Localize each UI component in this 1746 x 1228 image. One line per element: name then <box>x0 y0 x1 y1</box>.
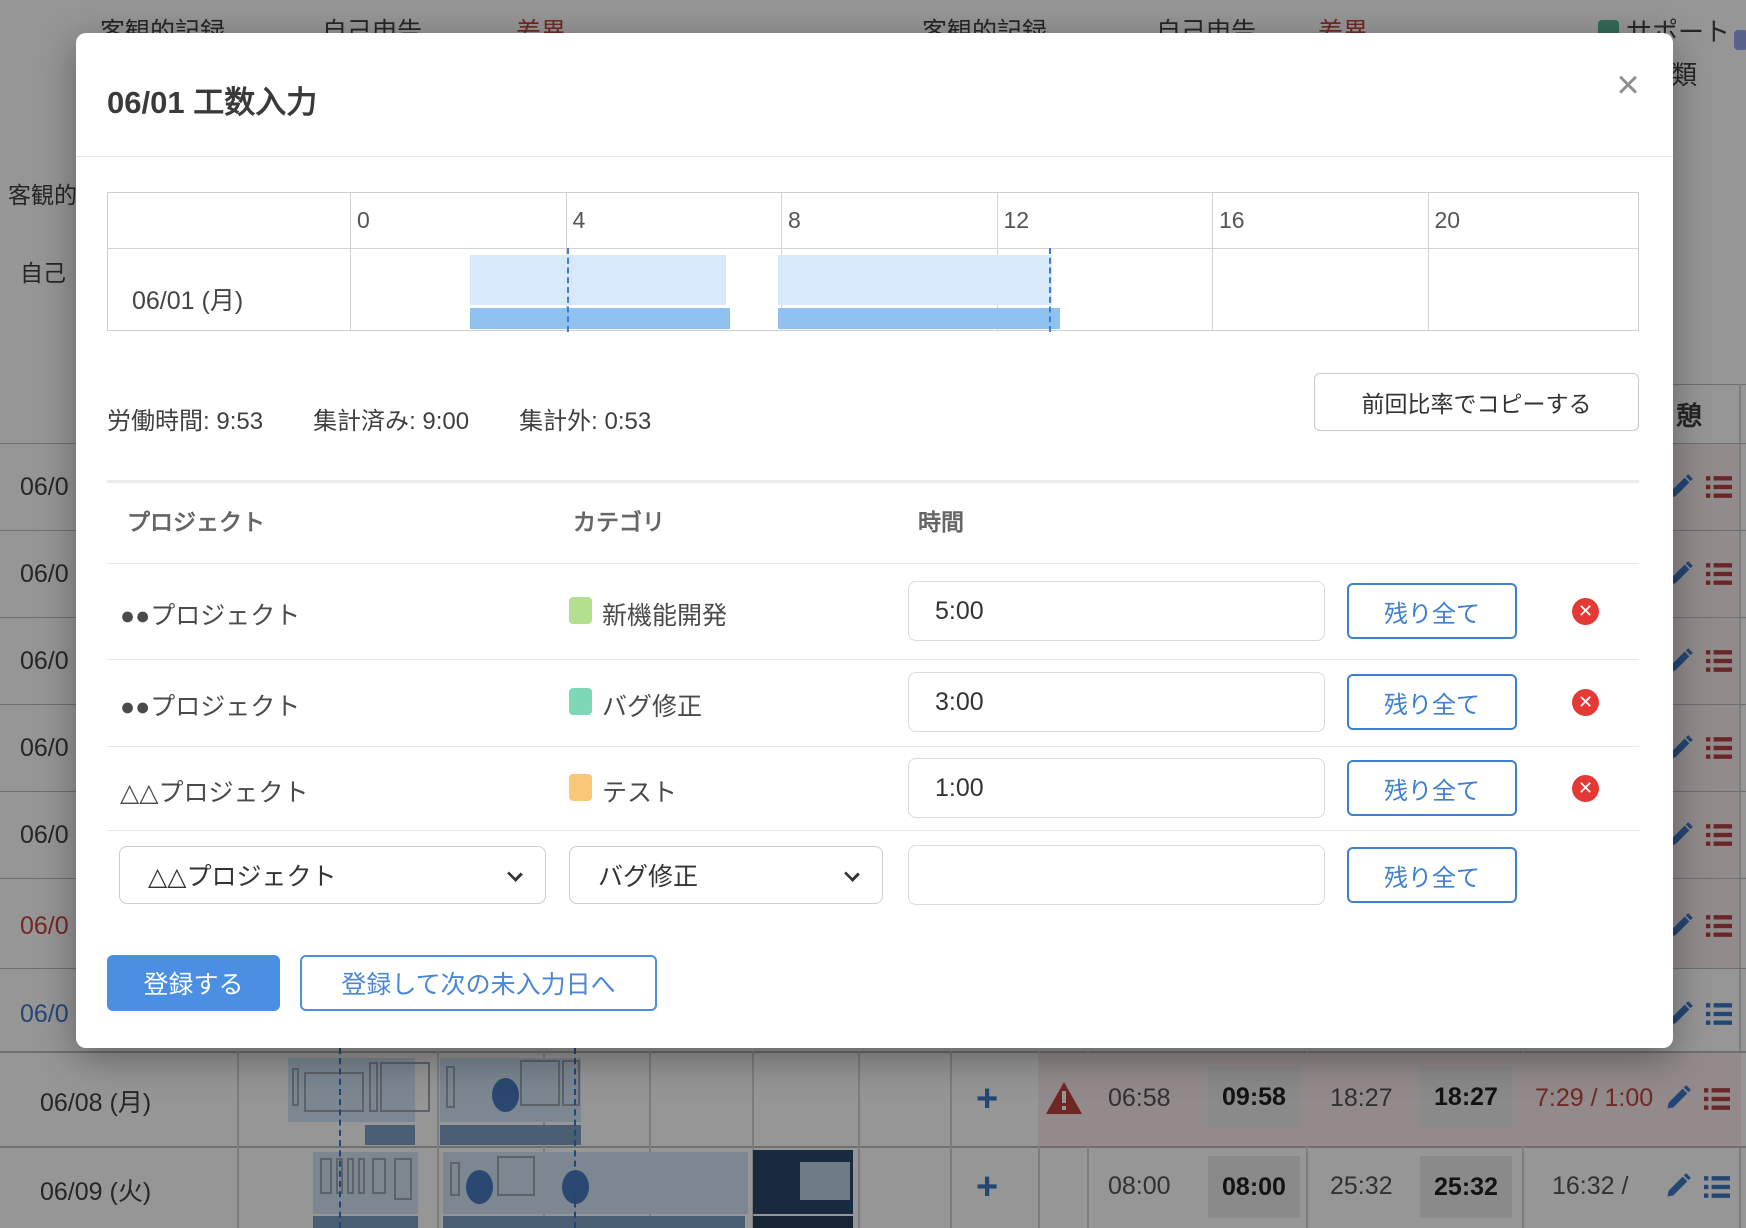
schedule-marker-line <box>566 248 569 332</box>
category-name: バグ修正 <box>602 693 703 721</box>
time-input[interactable] <box>908 758 1325 818</box>
category-color-chip <box>569 688 592 715</box>
timeline-tick-label: 4 <box>572 207 586 233</box>
stat-total-work: 労働時間: 9:53 <box>107 408 264 435</box>
register-and-next-button[interactable]: 登録して次の未入力日へ <box>300 955 657 1011</box>
time-input[interactable] <box>908 845 1325 905</box>
modal-title: 06/01 工数入力 <box>107 85 318 120</box>
schedule-marker-line <box>1048 248 1051 332</box>
project-name: ●●プロジェクト <box>120 602 301 630</box>
day-timeline-chart: 06/01 (月) 0 4 8 12 16 20 <box>107 192 1639 332</box>
chevron-down-icon <box>844 866 860 882</box>
chevron-down-icon <box>507 866 523 882</box>
project-select[interactable]: △△プロジェクト <box>119 846 546 904</box>
fill-remaining-button[interactable]: 残り全て <box>1347 760 1517 816</box>
timeline-tick-label: 20 <box>1434 207 1461 233</box>
screen: 客観的記録 自己申告 差異 客観的記録 自己申告 差異 サポート 類 客観的 自… <box>0 0 1746 1228</box>
delete-row-icon[interactable]: ✕ <box>1572 689 1599 716</box>
column-header-project: プロジェクト <box>127 509 265 535</box>
timeline-tick-label: 16 <box>1219 207 1245 233</box>
timeline-tick-label: 12 <box>1003 207 1030 233</box>
timeline-tick-label: 8 <box>788 207 801 233</box>
project-name: △△プロジェクト <box>120 779 309 807</box>
time-input[interactable] <box>908 581 1325 641</box>
work-time-bar <box>778 255 1052 305</box>
work-time-bar <box>470 255 727 305</box>
work-hours-entry-modal: 06/01 工数入力 × 06/01 (月) 0 4 8 12 16 20 労働時間: 9… <box>76 33 1673 1048</box>
category-color-chip <box>569 774 592 801</box>
copy-previous-ratio-button[interactable]: 前回比率でコピーする <box>1314 373 1639 431</box>
category-name: 新機能開発 <box>602 602 728 630</box>
work-time-stats: 労働時間: 9:53 集計済み: 9:00 集計外: 0:53 <box>107 401 651 436</box>
aggregated-time-bar <box>470 308 730 329</box>
stat-aggregated: 集計済み: 9:00 <box>313 408 470 435</box>
delete-row-icon[interactable]: ✕ <box>1572 598 1599 625</box>
fill-remaining-button[interactable]: 残り全て <box>1347 847 1517 903</box>
category-select[interactable]: バグ修正 <box>569 846 883 904</box>
column-header-time: 時間 <box>918 509 964 535</box>
project-select-value: △△プロジェクト <box>148 863 337 891</box>
fill-remaining-button[interactable]: 残り全て <box>1347 583 1517 639</box>
register-button[interactable]: 登録する <box>107 955 280 1011</box>
category-select-value: バグ修正 <box>598 863 699 891</box>
fill-remaining-button[interactable]: 残り全て <box>1347 674 1517 730</box>
delete-row-icon[interactable]: ✕ <box>1572 775 1599 802</box>
aggregated-time-bar <box>778 308 1060 329</box>
timeline-tick-label: 0 <box>357 207 370 233</box>
time-input[interactable] <box>908 672 1325 732</box>
stat-unaggregated: 集計外: 0:53 <box>519 408 652 435</box>
category-color-chip <box>569 597 592 624</box>
timeline-row-label: 06/01 (月) <box>132 287 244 315</box>
project-name: ●●プロジェクト <box>120 693 301 721</box>
category-name: テスト <box>602 779 678 807</box>
column-header-category: カテゴリ <box>573 509 665 535</box>
close-icon[interactable]: × <box>1604 61 1652 109</box>
